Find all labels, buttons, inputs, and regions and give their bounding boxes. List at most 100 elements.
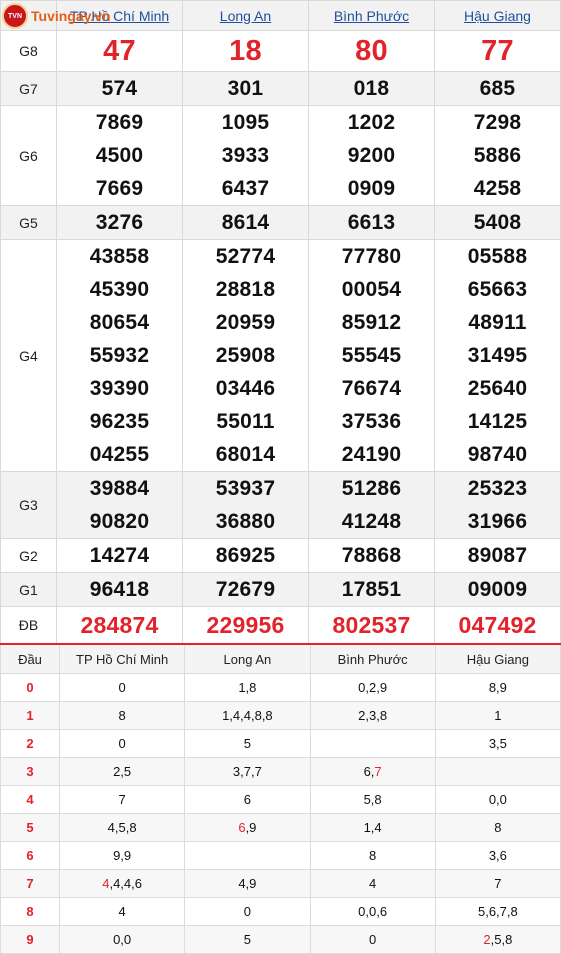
- loto-digits: 1,8: [238, 680, 257, 695]
- loto-cell: 0,0: [58, 925, 186, 954]
- loto-digits: 8: [494, 820, 502, 835]
- prize-number: 574: [101, 77, 138, 100]
- prize-cell: 5408: [434, 205, 561, 240]
- prize-cell: 72679: [182, 572, 309, 607]
- prize-number: 8614: [221, 211, 270, 234]
- prize-cell: 77: [434, 30, 561, 72]
- loto-cell: 8: [58, 701, 186, 730]
- province-link-hcm[interactable]: TP Hồ Chí Minh: [70, 8, 169, 24]
- prize-label: G8: [0, 30, 57, 72]
- loto-cell: 1,4,4,8,8: [184, 701, 311, 730]
- prize-number: 37536: [341, 410, 402, 433]
- province-link-hau-giang[interactable]: Hậu Giang: [464, 8, 531, 24]
- province-link-long-an[interactable]: Long An: [220, 8, 271, 24]
- prize-number: 229956: [206, 611, 285, 638]
- prize-number: 5886: [473, 144, 522, 167]
- loto-cell: 3,7,7: [184, 757, 311, 786]
- prize-row-g3: G3 39884 90820 53937 36880 51286 41248 25323 319…: [0, 471, 561, 539]
- loto-digits: 0,0: [488, 792, 507, 807]
- loto-cell: 1,8: [184, 673, 311, 702]
- loto-cell: 4: [309, 869, 436, 898]
- loto-cell: 4,5,8: [58, 813, 186, 842]
- loto-cell: 2,5: [58, 757, 186, 786]
- prize-number: 685: [479, 77, 516, 100]
- loto-digits: 5: [243, 736, 251, 751]
- loto-cell: 6,7: [309, 757, 436, 786]
- prize-number: 53937: [215, 477, 276, 500]
- prize-number: 39884: [89, 477, 150, 500]
- loto-cell: 0: [58, 673, 186, 702]
- loto-cell: 4,9: [184, 869, 311, 898]
- prize-number: 14274: [89, 544, 150, 567]
- loto-digits: 4,5,8: [107, 820, 137, 835]
- prize-number: 39390: [89, 377, 150, 400]
- prize-number: 31495: [467, 344, 528, 367]
- loto-digits: 6,: [363, 764, 375, 779]
- prize-number: 65663: [467, 278, 528, 301]
- loto-digits: 1: [494, 708, 502, 723]
- prize-cell: 229956: [182, 606, 309, 644]
- prize-cell: 86925: [182, 538, 309, 573]
- prize-cell: 7869 4500 7669: [56, 105, 183, 206]
- loto-digits: 6: [243, 792, 251, 807]
- prize-number: 00054: [341, 278, 402, 301]
- prize-cell: 43858 45390 80654 55932 39390 96235 04255: [56, 239, 183, 472]
- prize-number: 55011: [216, 410, 275, 433]
- prize-number: 68014: [215, 443, 276, 466]
- loto-dau: 7: [0, 869, 60, 898]
- prize-cell: 3276: [56, 205, 183, 240]
- prize-cell: 39884 90820: [56, 471, 183, 539]
- loto-cell: 2,3,8: [309, 701, 436, 730]
- prize-number: 14125: [467, 410, 528, 433]
- prize-number: 96235: [89, 410, 150, 433]
- prize-cell: 80: [308, 30, 435, 72]
- prize-cell: 53937 36880: [182, 471, 309, 539]
- prize-number: 09009: [467, 578, 528, 601]
- prize-row-db: ĐB 284874 229956 802537 047492: [0, 606, 561, 644]
- loto-row: 7 4,4,4,6 4,9 4 7: [0, 869, 561, 898]
- loto-row: 3 2,5 3,7,7 6,7: [0, 757, 561, 786]
- loto-cell: 1,4: [309, 813, 436, 842]
- loto-dau: 9: [0, 925, 60, 954]
- prize-number: 31966: [467, 510, 528, 533]
- prize-number: 24190: [341, 443, 402, 466]
- loto-cell: 0,0,6: [309, 897, 436, 926]
- loto-digits: 9,9: [113, 848, 132, 863]
- prize-row-g5: G5 3276 8614 6613 5408: [0, 205, 561, 240]
- prize-number: 90820: [89, 510, 150, 533]
- prize-number: 04255: [89, 443, 150, 466]
- prize-number: 25323: [467, 477, 528, 500]
- prize-number: 48911: [468, 311, 527, 334]
- loto-cell: [434, 757, 561, 786]
- prize-number: 52774: [215, 245, 276, 268]
- prize-cell: 1095 3933 6437: [182, 105, 309, 206]
- loto-dau: 5: [0, 813, 60, 842]
- prize-row-g8: G8 47 18 80 77: [0, 30, 561, 72]
- loto-cell: 6: [184, 785, 311, 814]
- loto-digits: 0: [243, 904, 251, 919]
- province-header: Hậu Giang: [434, 0, 561, 31]
- prize-number: 55932: [89, 344, 150, 367]
- loto-dau: 8: [0, 897, 60, 926]
- prize-cell: 6613: [308, 205, 435, 240]
- loto-digits: 5,8: [363, 792, 382, 807]
- prize-number: 28818: [215, 278, 276, 301]
- prize-cell: 284874: [56, 606, 183, 644]
- loto-row: 5 4,5,8 6,9 1,4 8: [0, 813, 561, 842]
- prize-number: 047492: [458, 611, 537, 638]
- prize-number: 7869: [95, 111, 144, 134]
- province-link-binh-phuoc[interactable]: Bình Phước: [334, 8, 409, 24]
- prize-cell: 018: [308, 71, 435, 106]
- prize-number: 301: [227, 77, 264, 100]
- loto-digits: 5: [243, 932, 251, 947]
- results-header-row: TP Hồ Chí Minh Long An Bình Phước Hậu Gi…: [0, 0, 561, 31]
- prize-cell: 25323 31966: [434, 471, 561, 539]
- loto-dau: 6: [0, 841, 60, 870]
- loto-cell: 0: [309, 925, 436, 954]
- loto-cell: 4: [58, 897, 186, 926]
- prize-number: 1202: [347, 111, 396, 134]
- loto-cell: 5,6,7,8: [434, 897, 561, 926]
- prize-cell: 78868: [308, 538, 435, 573]
- loto-digits: 5,6,7,8: [477, 904, 518, 919]
- province-header: Long An: [182, 0, 309, 31]
